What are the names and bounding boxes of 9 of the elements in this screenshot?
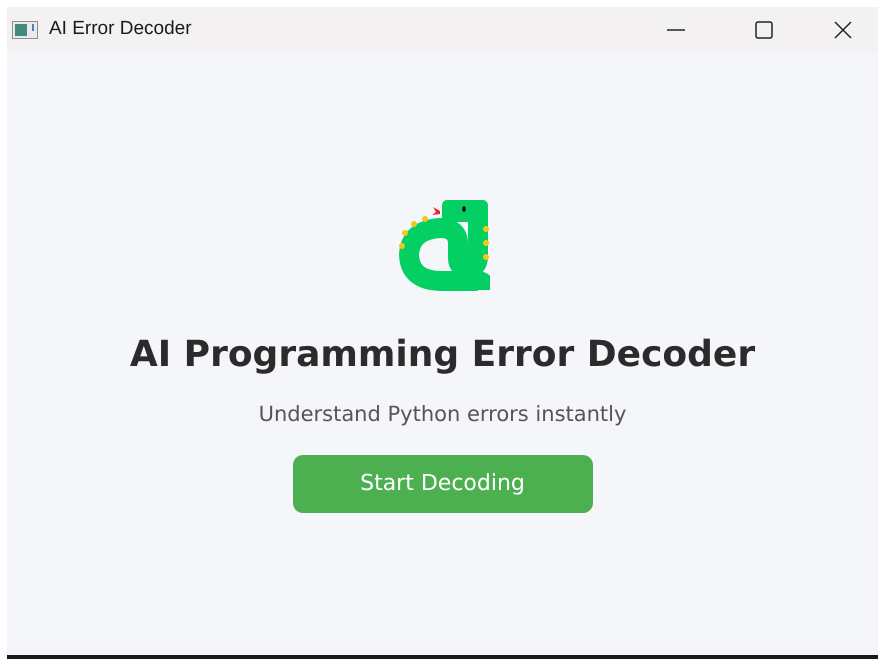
app-icon [12, 20, 38, 38]
app-heading: AI Programming Error Decoder [130, 333, 756, 377]
snake-icon [398, 200, 490, 292]
app-subtitle: Understand Python errors instantly [258, 401, 626, 428]
minimize-icon [667, 28, 685, 30]
close-icon [833, 20, 853, 40]
start-decoding-button[interactable]: Start Decoding [292, 454, 592, 512]
window-title: AI Error Decoder [49, 17, 192, 42]
maximize-icon [754, 20, 774, 40]
